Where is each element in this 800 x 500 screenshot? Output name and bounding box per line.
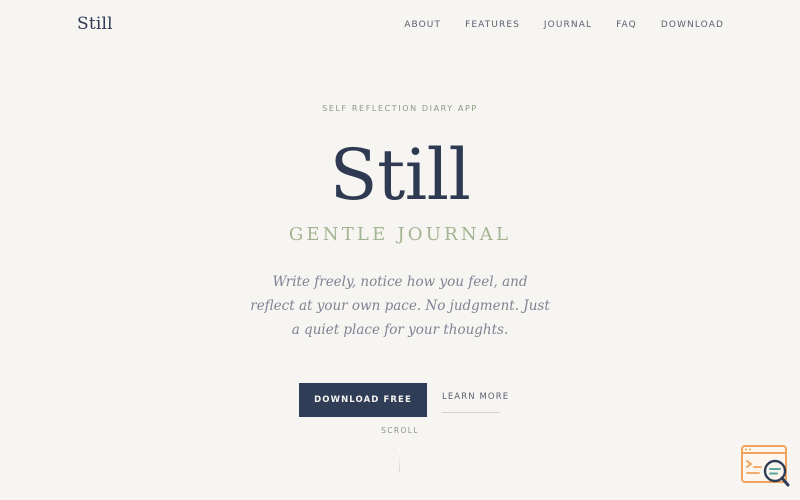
hero-subhead: GENTLE JOURNAL [288,224,512,245]
hero-headline: Still [329,134,471,216]
nav-link-faq[interactable]: FAQ [616,20,637,30]
nav-link-journal[interactable]: JOURNAL [544,20,592,30]
hero-tagline: Write freely, notice how you feel, and r… [250,274,550,338]
hero-eyebrow: SELF REFLECTION DIARY APP [322,104,478,113]
nav-link-about[interactable]: ABOUT [404,20,441,30]
nav-link-features[interactable]: FEATURES [465,20,520,30]
top-nav: Still ABOUT FEATURES JOURNAL FAQ DOWNLOA… [0,0,800,52]
nav-links: ABOUT FEATURES JOURNAL FAQ DOWNLOAD [380,20,724,30]
scroll-indicator-line [399,448,400,472]
nav-link-download[interactable]: DOWNLOAD [661,20,724,30]
download-free-button[interactable]: DOWNLOAD FREE [299,383,427,417]
search-chat-icon [741,445,790,487]
search-chat-widget[interactable] [741,445,791,489]
learn-more-link[interactable]: LEARN MORE [442,392,508,413]
scroll-label: SCROLL [381,426,419,435]
logo[interactable]: Still [77,14,113,34]
